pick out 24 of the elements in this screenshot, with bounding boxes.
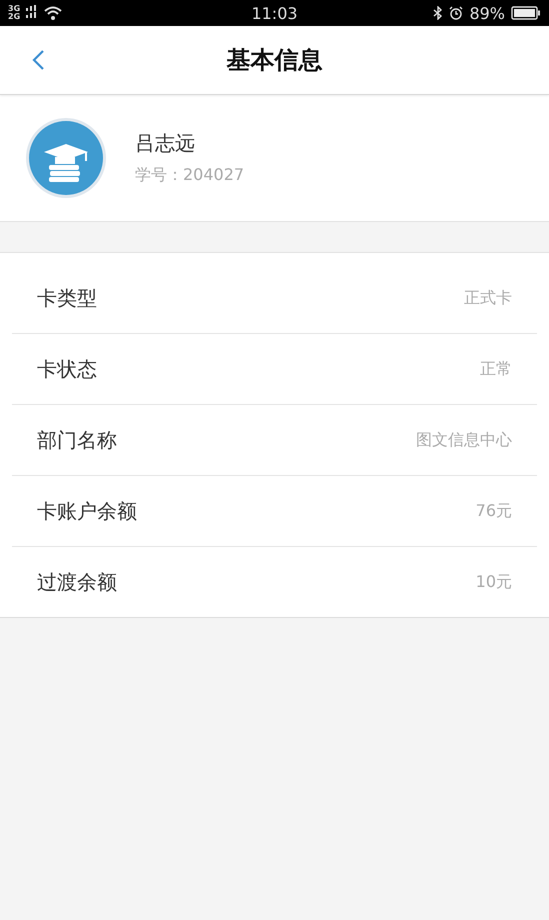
field-value: 图文信息中心 — [416, 430, 512, 450]
alarm-icon — [449, 6, 464, 20]
status-time: 11:03 — [251, 4, 298, 22]
network-label: 3G — [8, 5, 20, 13]
page-title: 基本信息 — [226, 45, 322, 76]
bluetooth-icon — [433, 6, 444, 20]
wifi-icon — [44, 6, 62, 20]
field-label: 部门名称 — [37, 426, 117, 454]
battery-percent: 89% — [469, 4, 505, 22]
field-label: 卡状态 — [37, 356, 97, 382]
field-label: 过渡余额 — [37, 568, 117, 596]
field-label: 卡账户余额 — [37, 498, 137, 524]
network-label: 2G — [8, 13, 20, 21]
student-name: 吕志远 — [135, 130, 196, 157]
signal-icon — [26, 5, 38, 21]
back-icon[interactable] — [31, 49, 45, 71]
field-label: 卡类型 — [37, 284, 97, 312]
field-value: 10元 — [476, 572, 512, 592]
field-value: 76元 — [476, 500, 512, 522]
field-value: 正常 — [480, 358, 512, 380]
field-value: 正式卡 — [464, 288, 512, 308]
graduation-cap-avatar-icon — [25, 117, 107, 199]
student-id: 学号：204027 — [135, 165, 244, 186]
battery-icon — [511, 6, 541, 20]
